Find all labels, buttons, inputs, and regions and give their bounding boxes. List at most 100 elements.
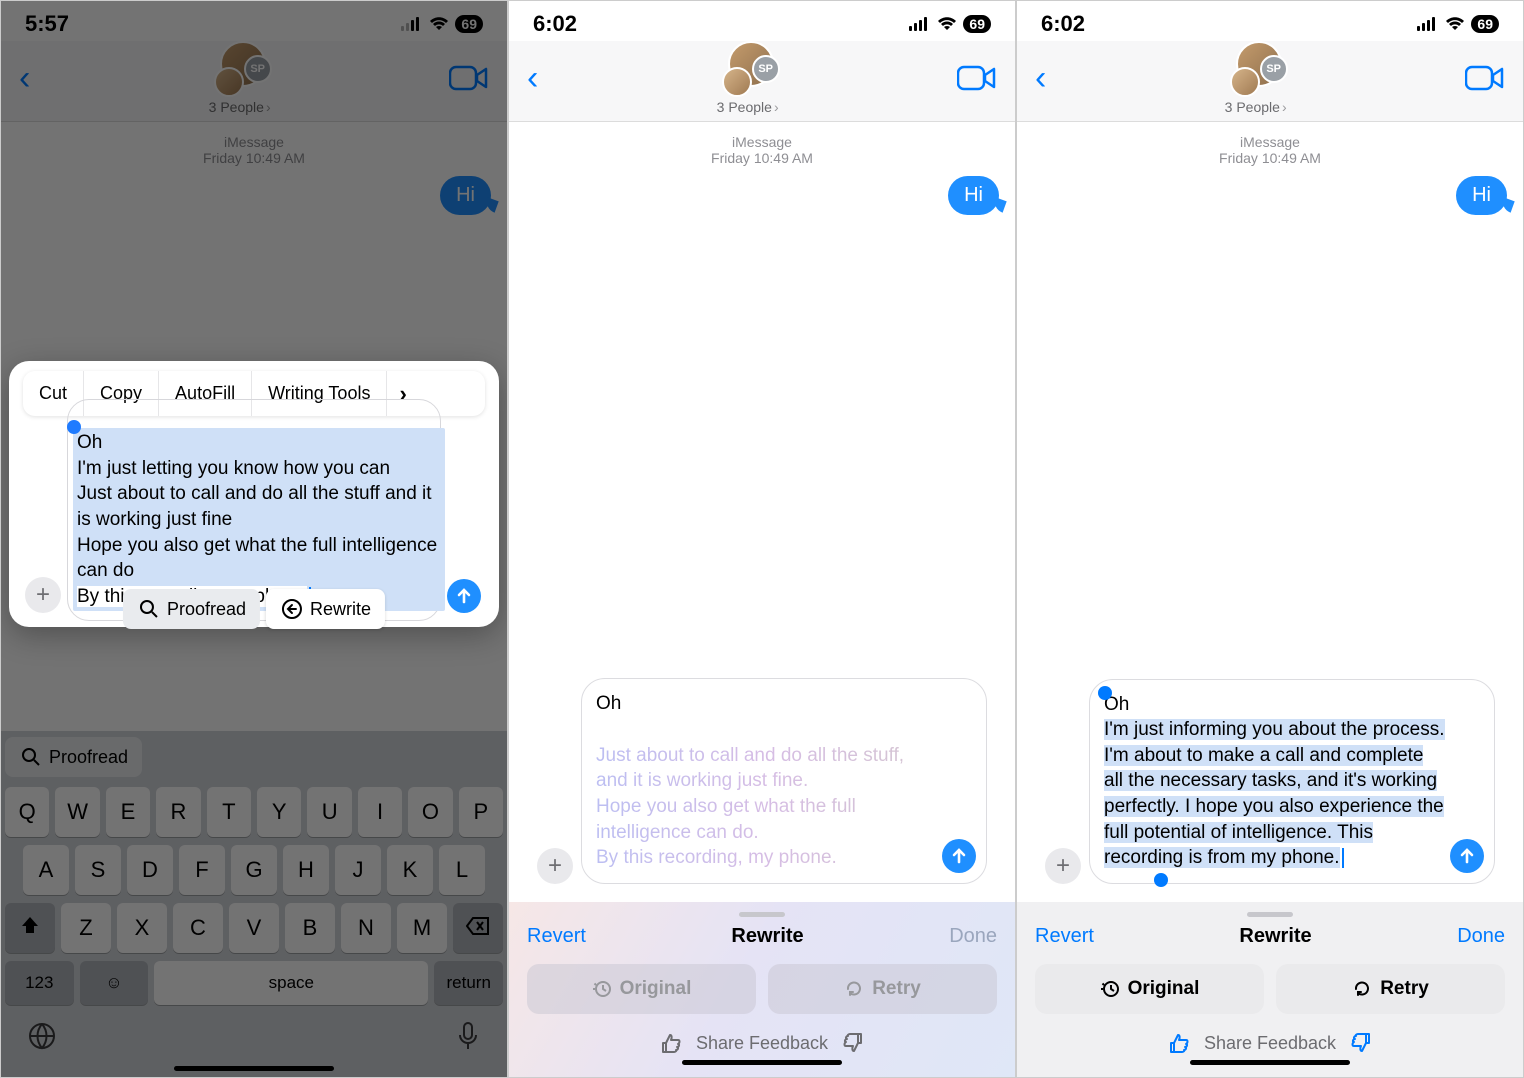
nav-header: ‹ SP 3 People	[1, 41, 507, 122]
phone-screenshot-3: 6:02 69 ‹ SP 3 People iMessageFriday 10:…	[1016, 0, 1524, 1078]
key[interactable]: Z	[61, 903, 111, 953]
proofread-chip[interactable]: Proofread	[123, 589, 260, 629]
key[interactable]: J	[335, 845, 381, 895]
emoji-key[interactable]: ☺	[80, 961, 149, 1005]
key[interactable]: L	[439, 845, 485, 895]
panel-grabber[interactable]	[739, 912, 785, 917]
wifi-icon	[429, 17, 449, 31]
status-bar: 5:57 69	[1, 1, 507, 41]
done-button[interactable]: Done	[949, 925, 997, 948]
retry-button[interactable]: Retry	[768, 964, 997, 1014]
backspace-key[interactable]	[453, 903, 503, 953]
input-text-first: Oh	[596, 691, 938, 717]
contact-header[interactable]: SP 3 People	[208, 41, 272, 115]
key[interactable]: Y	[257, 787, 301, 837]
key[interactable]: F	[179, 845, 225, 895]
key[interactable]: N	[341, 903, 391, 953]
panel-title: Rewrite	[1239, 925, 1311, 948]
attach-button[interactable]: +	[25, 577, 61, 613]
keyboard[interactable]: Proofread QWERTYUIOP ASDFGHJKL ZXCVBNM 1…	[1, 731, 507, 1077]
key[interactable]: T	[207, 787, 251, 837]
key[interactable]: U	[307, 787, 351, 837]
panel-grabber[interactable]	[1247, 912, 1293, 917]
cellular-icon	[1417, 17, 1439, 31]
key[interactable]: C	[173, 903, 223, 953]
rewrite-icon	[280, 597, 304, 621]
key[interactable]: M	[397, 903, 447, 953]
retry-button[interactable]: Retry	[1276, 964, 1505, 1014]
key[interactable]: R	[156, 787, 200, 837]
status-bar: 6:02 69	[509, 1, 1015, 41]
status-bar: 6:02 69	[1017, 1, 1523, 41]
contact-header[interactable]: SP 3 People	[716, 41, 780, 115]
key[interactable]: B	[285, 903, 335, 953]
key[interactable]: K	[387, 845, 433, 895]
outgoing-message-bubble[interactable]: Hi	[948, 176, 999, 215]
globe-key[interactable]	[27, 1021, 57, 1056]
facetime-button[interactable]	[957, 64, 997, 92]
status-right: 69	[909, 15, 991, 33]
facetime-button[interactable]	[1465, 64, 1505, 92]
avatar	[214, 67, 244, 97]
key[interactable]: E	[106, 787, 150, 837]
send-button[interactable]	[447, 579, 481, 613]
revert-button[interactable]: Revert	[1035, 925, 1094, 948]
share-feedback-row[interactable]: Share Feedback	[527, 1032, 997, 1054]
key[interactable]: D	[127, 845, 173, 895]
selected-text[interactable]: Oh I'm just letting you know how you can…	[73, 428, 445, 611]
back-button[interactable]: ‹	[527, 61, 538, 95]
text-selection-card: Cut Copy AutoFill Writing Tools › Oh I'm…	[9, 361, 499, 627]
home-indicator[interactable]	[682, 1060, 842, 1065]
contact-header[interactable]: SP 3 People	[1224, 41, 1288, 115]
attach-button[interactable]: +	[1045, 848, 1081, 884]
keyboard-row: ASDFGHJKL	[5, 845, 503, 895]
revert-button[interactable]: Revert	[527, 925, 586, 948]
return-key[interactable]: return	[434, 961, 503, 1005]
attach-button[interactable]: +	[537, 848, 573, 884]
key[interactable]: X	[117, 903, 167, 953]
key[interactable]: I	[358, 787, 402, 837]
selection-handle-end[interactable]	[1154, 873, 1168, 887]
rewrite-ghost-text: Just about to call and do all the stuff,…	[596, 743, 938, 871]
rewrite-chip[interactable]: Rewrite	[266, 589, 385, 629]
key[interactable]: A	[23, 845, 69, 895]
home-indicator[interactable]	[1190, 1060, 1350, 1065]
key[interactable]: V	[229, 903, 279, 953]
cellular-icon	[909, 17, 931, 31]
home-indicator[interactable]	[174, 1066, 334, 1071]
original-button[interactable]: Original	[527, 964, 756, 1014]
numbers-key[interactable]: 123	[5, 961, 74, 1005]
key[interactable]: O	[408, 787, 452, 837]
original-button[interactable]: Original	[1035, 964, 1264, 1014]
send-button[interactable]	[1450, 839, 1484, 873]
shift-key[interactable]	[5, 903, 55, 953]
key[interactable]: H	[283, 845, 329, 895]
back-button[interactable]: ‹	[1035, 61, 1046, 95]
status-time: 6:02	[1041, 11, 1085, 37]
people-label: 3 People	[209, 99, 271, 115]
keyboard-row: QWERTYUIOP	[5, 787, 503, 837]
dictation-key[interactable]	[455, 1021, 481, 1056]
retry-icon	[1352, 979, 1372, 999]
selection-handle-start[interactable]	[67, 420, 81, 434]
share-feedback-row[interactable]: Share Feedback	[1035, 1032, 1505, 1054]
selection-handle-start[interactable]	[1098, 686, 1112, 700]
facetime-button[interactable]	[449, 64, 489, 92]
space-key[interactable]: space	[154, 961, 428, 1005]
outgoing-message-bubble[interactable]: Hi	[1456, 176, 1507, 215]
key[interactable]: P	[459, 787, 503, 837]
outgoing-message-bubble[interactable]: Hi	[440, 176, 491, 215]
back-button[interactable]: ‹	[19, 61, 30, 95]
proofread-chip[interactable]: Proofread	[5, 737, 142, 777]
people-label: 3 People	[1225, 99, 1287, 115]
key[interactable]: W	[55, 787, 99, 837]
input-area: + Oh Just about to call and do all the s…	[525, 670, 999, 890]
phone-screenshot-2: 6:02 69 ‹ SP 3 People iMessageFriday 10:…	[508, 0, 1016, 1078]
message-input[interactable]: Oh I'm just informing you about the proc…	[1089, 679, 1495, 884]
key[interactable]: S	[75, 845, 121, 895]
key[interactable]: Q	[5, 787, 49, 837]
key[interactable]: G	[231, 845, 277, 895]
send-button[interactable]	[942, 839, 976, 873]
message-input[interactable]: Oh Just about to call and do all the stu…	[581, 678, 987, 884]
done-button[interactable]: Done	[1457, 925, 1505, 948]
